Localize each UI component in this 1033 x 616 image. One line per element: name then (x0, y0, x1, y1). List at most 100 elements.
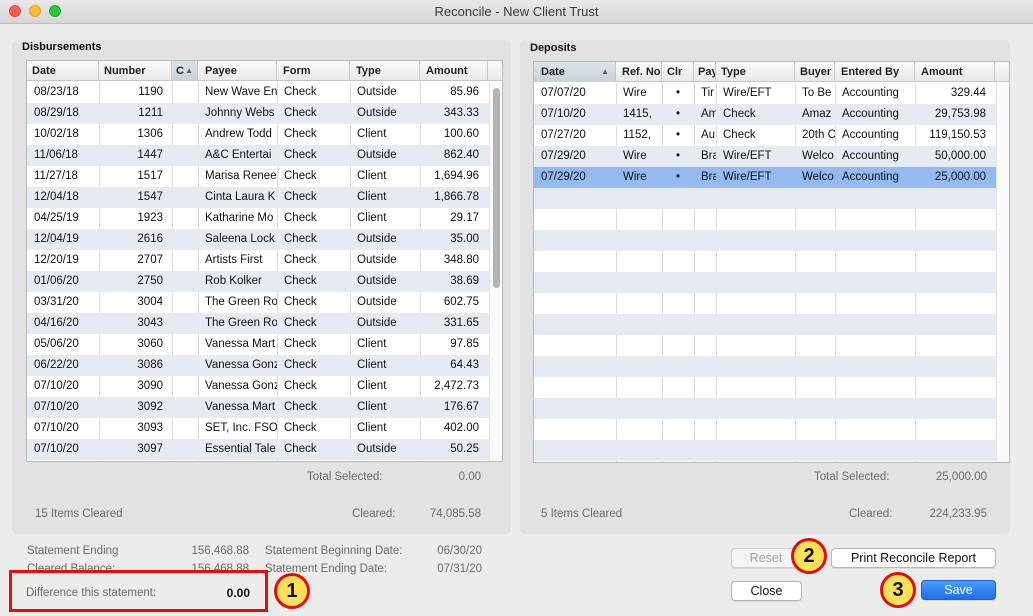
column-header-type[interactable]: Type (350, 61, 420, 81)
cell-type: Client (357, 170, 387, 182)
column-header-date[interactable]: Date (27, 61, 99, 81)
cell-amount: 85.96 (450, 86, 479, 98)
cell-ref-no: 1415, (623, 108, 652, 120)
table-row[interactable]: 01/06/20 2750 Rob Kolker Check Outside 38.69 (27, 271, 489, 292)
table-row[interactable]: 11/27/18 1517 Marisa Renee Check Client 1,694… (27, 166, 489, 187)
column-header-deposit-date[interactable]: Date ▲ (534, 62, 616, 82)
cell-payee: Marisa Renee (205, 170, 277, 182)
cell-amount: 64.43 (450, 359, 479, 371)
cell-payee: Saleena Lock (205, 233, 275, 245)
column-header-form[interactable]: Form (277, 61, 350, 81)
cell-cleared (172, 397, 198, 418)
empty-table-row (534, 377, 996, 398)
column-header-number[interactable]: Number (99, 61, 172, 81)
cell-date: 12/20/19 (34, 254, 79, 266)
cell-date: 07/07/20 (541, 87, 586, 99)
table-row[interactable]: 12/04/19 2616 Saleena Lock Check Outside 35.0… (27, 229, 489, 250)
table-row[interactable]: 04/25/19 1923 Katharine Mo Check Client 29.17 (27, 208, 489, 229)
column-header-buyer[interactable]: Buyer (795, 62, 835, 82)
cell-form: Check (284, 317, 317, 329)
deposits-total-selected-value: 25,000.00 (935, 471, 987, 483)
cell-cleared (172, 355, 198, 376)
column-header-ref-no[interactable]: Ref. No (616, 62, 662, 82)
cell-cleared (172, 208, 198, 229)
disbursements-total-selected-value: 0.00 (458, 471, 481, 483)
cell-form: Check (284, 422, 317, 434)
print-reconcile-report-button[interactable]: Print Reconcile Report (831, 548, 996, 568)
deposits-items-cleared: 5 Items Cleared (541, 508, 623, 520)
cell-type: Client (357, 359, 387, 371)
empty-table-row (534, 356, 996, 377)
column-header-clr[interactable]: Clr (662, 62, 694, 82)
cell-payee: The Green Ro (205, 317, 277, 329)
table-row[interactable]: 08/23/18 1190 New Wave En Check Outside 85.96 (27, 82, 489, 103)
cell-amount: 29.17 (450, 212, 479, 224)
table-row[interactable]: 07/27/20 1152, • Au Check 20th C Accounting 119… (534, 125, 996, 146)
cell-number: 1211 (138, 107, 163, 119)
table-row[interactable]: 12/04/18 1547 Cinta Laura K Check Client 1,86… (27, 187, 489, 208)
cell-date: 08/29/18 (34, 107, 79, 119)
cell-type: Wire/EFT (723, 87, 772, 99)
cell-type: Wire/EFT (723, 150, 772, 162)
table-row[interactable]: 03/31/20 3004 The Green Ro Check Outside 602.… (27, 292, 489, 313)
table-row[interactable]: 12/20/19 2707 Artists First Check Outside 348… (27, 250, 489, 271)
deposits-scrollbar[interactable] (996, 83, 1009, 462)
cell-type: Wire/EFT (723, 171, 772, 183)
cell-form: Check (284, 191, 317, 203)
column-header-entered-by[interactable]: Entered By (835, 62, 915, 82)
close-button[interactable]: Close (731, 581, 802, 601)
empty-table-row (534, 251, 996, 272)
table-row[interactable]: 06/22/20 3086 Vanessa Gonz Check Client 64.43 (27, 355, 489, 376)
cell-form: Check (284, 86, 317, 98)
column-header-cleared[interactable]: C ▲ (172, 61, 198, 81)
column-header-amount[interactable]: Amount (420, 61, 488, 81)
column-header-deposit-type[interactable]: Type (716, 62, 795, 82)
save-button[interactable]: Save (921, 580, 996, 600)
table-row[interactable]: 04/16/20 3043 The Green Ro Check Outside 331.… (27, 313, 489, 334)
table-row[interactable]: 05/06/20 3060 Vanessa Mart Check Client 97.85 (27, 334, 489, 355)
empty-table-row (534, 440, 996, 461)
table-row[interactable]: 07/10/20 3092 Vanessa Mart Check Client 176.6… (27, 397, 489, 418)
table-row[interactable]: 07/07/20 Wire • Tir Wire/EFT To Be Accounting 3… (534, 83, 996, 104)
table-row[interactable]: 07/10/20 3090 Vanessa Gonz Check Client 2,472… (27, 376, 489, 397)
table-row[interactable]: 07/29/20 Wire • Bra Wire/EFT Welco Accounting 2… (534, 167, 996, 188)
cell-amount: 29,753.98 (934, 108, 986, 120)
cell-form: Check (284, 359, 317, 371)
cell-date: 07/10/20 (34, 422, 79, 434)
cell-number: 1923 (137, 212, 163, 224)
table-row[interactable]: 08/29/18 1211 Johnny Webs Check Outside 343.3… (27, 103, 489, 124)
cell-number: 3043 (137, 317, 163, 329)
cell-form: Check (284, 296, 317, 308)
cell-amount: 2,472.73 (434, 380, 479, 392)
cell-amount: 343.33 (443, 107, 479, 119)
cell-amount: 862.40 (443, 149, 479, 161)
table-row[interactable]: 07/10/20 3097 Essential Tale Check Outside 50… (27, 439, 489, 460)
disbursements-scrollbar[interactable] (489, 82, 502, 461)
cell-date: 01/06/20 (34, 275, 79, 287)
cell-type: Outside (357, 107, 397, 119)
difference-highlight (9, 570, 268, 612)
column-header-payee[interactable]: Payee (198, 61, 277, 81)
beginning-date-value: 06/30/20 (437, 545, 482, 557)
cell-payee: Essential Tale (205, 443, 276, 455)
cell-payee: Vanessa Mart (205, 338, 276, 350)
table-row[interactable]: 07/29/20 Wire • Bra Wire/EFT Welco Accounting 5… (534, 146, 996, 167)
cell-amount: 35.00 (450, 233, 479, 245)
column-header-payer[interactable]: Pay (694, 62, 716, 82)
empty-table-row (534, 335, 996, 356)
cell-date: 07/10/20 (34, 401, 79, 413)
table-row[interactable]: 10/02/18 1306 Andrew Todd Check Client 100.60 (27, 124, 489, 145)
beginning-date-label: Statement Beginning Date: (265, 545, 403, 557)
cell-entered-by: Accounting (842, 129, 899, 141)
cell-type: Outside (357, 296, 397, 308)
disbursements-scroll-thumb[interactable] (493, 88, 500, 288)
cell-type: Outside (357, 275, 397, 287)
cell-form: Check (284, 338, 317, 350)
table-row[interactable]: 07/10/20 3093 SET, Inc. FSO Check Client 402.… (27, 418, 489, 439)
cell-number: 3086 (137, 359, 163, 371)
cell-clr: • (675, 87, 681, 99)
empty-table-row (534, 230, 996, 251)
table-row[interactable]: 11/06/18 1447 A&C Entertai Check Outside 862.… (27, 145, 489, 166)
column-header-deposit-amount[interactable]: Amount (915, 62, 995, 82)
table-row[interactable]: 07/10/20 1415, • Am Check Amaz Accounting 29,75… (534, 104, 996, 125)
